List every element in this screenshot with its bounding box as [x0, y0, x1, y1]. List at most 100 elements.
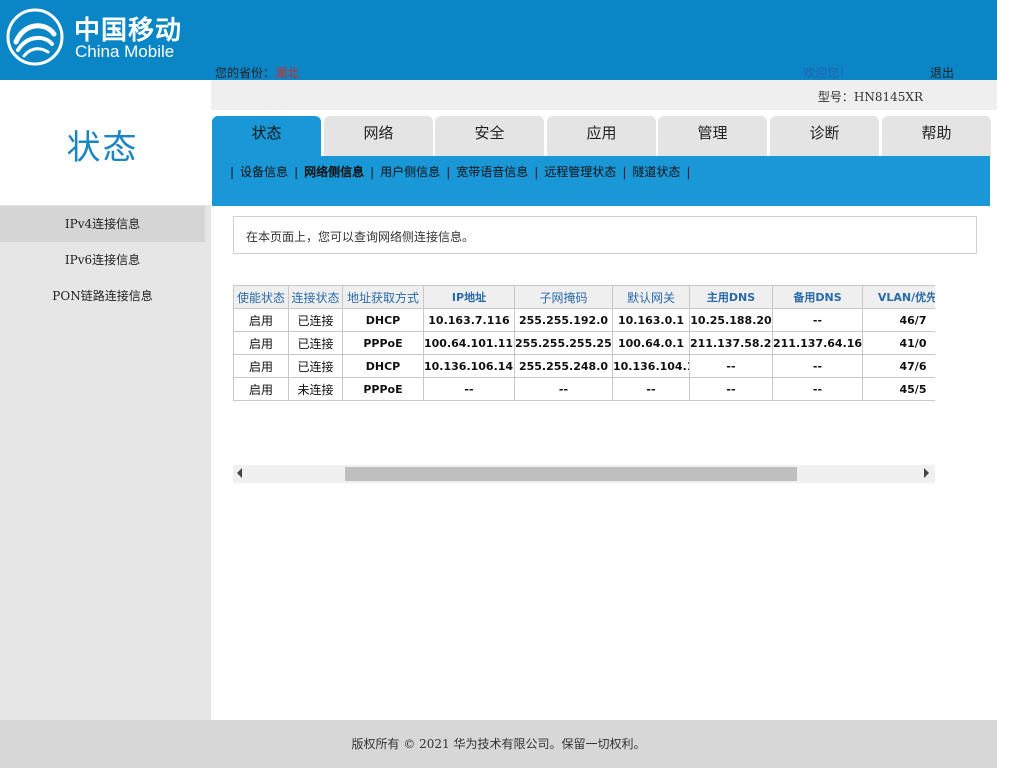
model-value: HN8145XR	[853, 90, 923, 104]
table-cell: 100.64.0.1	[612, 331, 690, 355]
table-cell: 211.137.64.163	[772, 331, 863, 355]
header-enable-status: 使能状态	[233, 285, 289, 309]
province-label-text: 您的省份：	[215, 66, 276, 80]
table-cell: 255.255.255.255	[514, 331, 613, 355]
table-cell: DHCP	[342, 354, 424, 378]
tab-application[interactable]: 应用	[547, 116, 656, 156]
subnav-separator: |	[534, 165, 539, 179]
header-address-method: 地址获取方式	[342, 285, 424, 309]
table-cell: PPPoE	[342, 331, 424, 355]
subnav-separator: |	[622, 165, 627, 179]
welcome-text: 欢迎您！	[803, 66, 852, 80]
table-cell: --	[423, 377, 515, 401]
scrollbar-thumb[interactable]	[345, 467, 797, 481]
footer: 版权所有 © 2021 华为技术有限公司。保留一切权利。	[0, 720, 997, 768]
header-vlan-priority: VLAN/优先级	[862, 285, 935, 309]
connection-table: 使能状态 连接状态 地址获取方式 IP地址 子网掩码 默认网关 主用DNS 备用…	[233, 285, 935, 401]
header-primary-dns: 主用DNS	[689, 285, 773, 309]
sub-navigation: | 设备信息 | 网络侧信息 | 用户侧信息 | 宽带语音信息 | 远程管理状态 | 隧道状态 |	[212, 156, 990, 206]
table-cell: 10.136.106.145	[423, 354, 515, 378]
subnav-separator: |	[686, 165, 691, 179]
sidebar: 状态 IPv4连接信息 IPv6连接信息 PON链路连接信息	[0, 80, 211, 720]
table-row: 启用 未连接 PPPoE -- -- -- -- -- 45/5	[233, 377, 935, 401]
table-cell: 47/6	[862, 354, 935, 378]
brand-name-en: China Mobile	[75, 42, 175, 61]
tab-security[interactable]: 安全	[435, 116, 544, 156]
table-row: 启用 已连接 PPPoE 100.64.101.118 255.255.255.…	[233, 331, 935, 355]
header-ip-address: IP地址	[423, 285, 515, 309]
table-cell: 启用	[233, 331, 289, 355]
table-cell: --	[514, 377, 613, 401]
logout-link[interactable]: 退出	[930, 64, 954, 81]
subnav-tunnel-status[interactable]: 隧道状态	[632, 165, 680, 179]
subnav-remote-management-status[interactable]: 远程管理状态	[544, 165, 616, 179]
table-cell: 已连接	[288, 308, 343, 332]
horizontal-scrollbar[interactable]	[233, 465, 935, 483]
subnav-device-info[interactable]: 设备信息	[240, 165, 288, 179]
subnav-separator: |	[446, 165, 451, 179]
subnav-broadband-voice-info[interactable]: 宽带语音信息	[456, 165, 528, 179]
info-box: 在本页面上，您可以查询网络侧连接信息。	[233, 216, 977, 254]
table-cell: 100.64.101.118	[423, 331, 515, 355]
tab-network[interactable]: 网络	[324, 116, 433, 156]
subnav-separator: |	[230, 165, 235, 179]
subnav-user-side-info[interactable]: 用户侧信息	[380, 165, 440, 179]
sidebar-item-ipv6[interactable]: IPv6连接信息	[0, 242, 205, 278]
model-label: 型号：	[817, 90, 854, 104]
table-cell: 211.137.58.20	[689, 331, 773, 355]
model-info: 型号：HN8145XR	[818, 88, 923, 105]
table-cell: PPPoE	[342, 377, 424, 401]
table-cell: 已连接	[288, 331, 343, 355]
table-cell: --	[772, 354, 863, 378]
sidebar-title-box: 状态	[0, 80, 211, 205]
main-tabs: 状态 网络 安全 应用 管理 诊断 帮助	[212, 116, 992, 156]
province-label: 您的省份：湖北	[215, 64, 299, 81]
connection-table-viewport: 使能状态 连接状态 地址获取方式 IP地址 子网掩码 默认网关 主用DNS 备用…	[233, 285, 935, 405]
subnav-separator: |	[370, 165, 375, 179]
scroll-right-arrow-icon[interactable]	[924, 468, 929, 478]
model-bar: 型号：HN8145XR	[211, 80, 997, 110]
sidebar-item-pon[interactable]: PON链路连接信息	[0, 278, 205, 314]
table-row: 启用 已连接 DHCP 10.163.7.116 255.255.192.0 1…	[233, 308, 935, 332]
table-cell: --	[612, 377, 690, 401]
table-cell: 45/5	[862, 377, 935, 401]
table-cell: 46/7	[862, 308, 935, 332]
copyright-text: 版权所有 © 2021 华为技术有限公司。保留一切权利。	[351, 737, 646, 751]
tab-diagnosis[interactable]: 诊断	[770, 116, 879, 156]
table-cell: --	[689, 377, 773, 401]
table-cell: --	[772, 377, 863, 401]
table-cell: 10.163.0.1	[612, 308, 690, 332]
subnav-items: | 设备信息 | 网络侧信息 | 用户侧信息 | 宽带语音信息 | 远程管理状态 | 隧道状态 |	[224, 163, 696, 180]
tab-help[interactable]: 帮助	[882, 116, 991, 156]
tab-management[interactable]: 管理	[658, 116, 767, 156]
table-cell: 启用	[233, 354, 289, 378]
header-secondary-dns: 备用DNS	[772, 285, 863, 309]
table-header-row: 使能状态 连接状态 地址获取方式 IP地址 子网掩码 默认网关 主用DNS 备用…	[233, 285, 935, 309]
sidebar-item-ipv4[interactable]: IPv4连接信息	[0, 206, 205, 242]
table-cell: 255.255.248.0	[514, 354, 613, 378]
table-cell: 10.25.188.20	[689, 308, 773, 332]
province-value: 湖北	[275, 66, 300, 80]
table-cell: --	[772, 308, 863, 332]
table-cell: 未连接	[288, 377, 343, 401]
table-cell: 已连接	[288, 354, 343, 378]
sidebar-title: 状态	[66, 128, 139, 168]
table-cell: 255.255.192.0	[514, 308, 613, 332]
info-text: 在本页面上，您可以查询网络侧连接信息。	[246, 230, 475, 244]
table-cell: 10.136.104.1	[612, 354, 690, 378]
table-cell: 41/0	[862, 331, 935, 355]
table-cell: DHCP	[342, 308, 424, 332]
right-margin	[997, 0, 1024, 768]
header-connection-status: 连接状态	[288, 285, 343, 309]
subnav-network-side-info[interactable]: 网络侧信息	[304, 165, 364, 179]
table-cell: --	[689, 354, 773, 378]
subnav-separator: |	[294, 165, 299, 179]
table-row: 启用 已连接 DHCP 10.136.106.145 255.255.248.0…	[233, 354, 935, 378]
scroll-left-arrow-icon[interactable]	[237, 468, 242, 478]
header-default-gateway: 默认网关	[612, 285, 690, 309]
table-cell: 10.163.7.116	[423, 308, 515, 332]
china-mobile-logo-icon	[6, 8, 64, 66]
header-subnet-mask: 子网掩码	[514, 285, 613, 309]
table-cell: 启用	[233, 308, 289, 332]
tab-status[interactable]: 状态	[212, 116, 321, 156]
